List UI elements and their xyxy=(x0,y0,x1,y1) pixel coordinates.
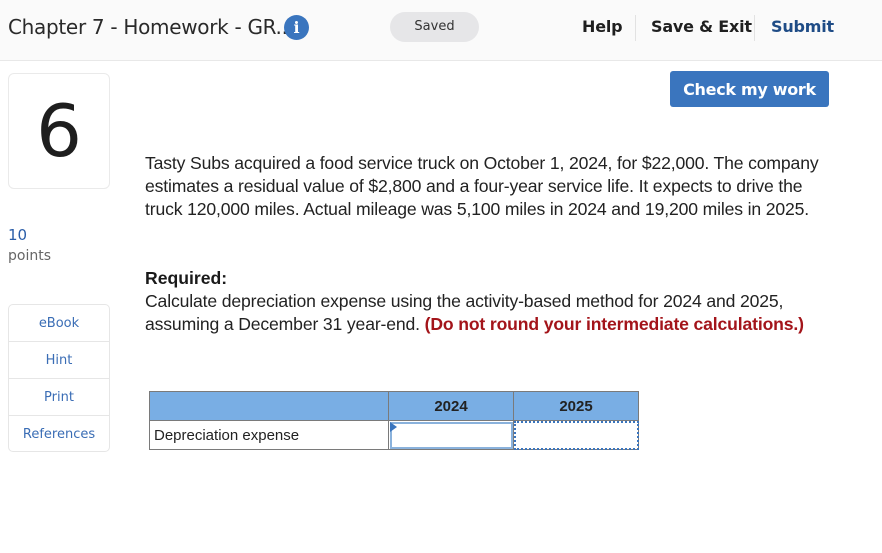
references-link[interactable]: References xyxy=(9,416,109,451)
header-2025: 2025 xyxy=(513,391,639,421)
save-exit-link[interactable]: Save & Exit xyxy=(651,17,752,36)
points-label: points xyxy=(8,248,51,264)
saved-status-badge: Saved xyxy=(390,12,479,42)
table-row: Depreciation expense xyxy=(149,420,639,450)
problem-statement: Tasty Subs acquired a food service truck… xyxy=(145,153,819,220)
header-blank xyxy=(149,391,389,421)
check-my-work-button[interactable]: Check my work xyxy=(670,71,829,107)
depreciation-2024-cell[interactable] xyxy=(388,420,514,450)
submit-link[interactable]: Submit xyxy=(771,17,834,36)
nav-divider xyxy=(754,15,755,41)
answer-table: 2024 2025 Depreciation expense xyxy=(149,391,639,450)
help-link[interactable]: Help xyxy=(582,17,623,36)
resources-panel: eBook Hint Print References xyxy=(8,304,110,452)
assignment-title: Chapter 7 - Homework - GR... xyxy=(8,15,294,39)
table-header-row: 2024 2025 xyxy=(149,391,639,421)
depreciation-2025-input[interactable] xyxy=(514,421,638,449)
question-number: 6 xyxy=(8,73,110,189)
depreciation-2024-input[interactable] xyxy=(389,421,513,449)
ebook-link[interactable]: eBook xyxy=(9,305,109,342)
required-instructions: Calculate depreciation expense using the… xyxy=(145,290,835,336)
row-label-depreciation-expense: Depreciation expense xyxy=(149,420,389,450)
required-heading: Required: xyxy=(145,268,228,288)
rounding-note: (Do not round your intermediate calculat… xyxy=(424,314,804,335)
points-value: 10 xyxy=(8,226,28,244)
nav-divider xyxy=(635,15,636,41)
depreciation-2025-cell[interactable] xyxy=(513,420,639,450)
top-bar: Chapter 7 - Homework - GR... i Saved Hel… xyxy=(0,0,882,61)
header-2024: 2024 xyxy=(388,391,514,421)
print-link[interactable]: Print xyxy=(9,379,109,416)
hint-link[interactable]: Hint xyxy=(9,342,109,379)
info-icon[interactable]: i xyxy=(284,15,309,40)
